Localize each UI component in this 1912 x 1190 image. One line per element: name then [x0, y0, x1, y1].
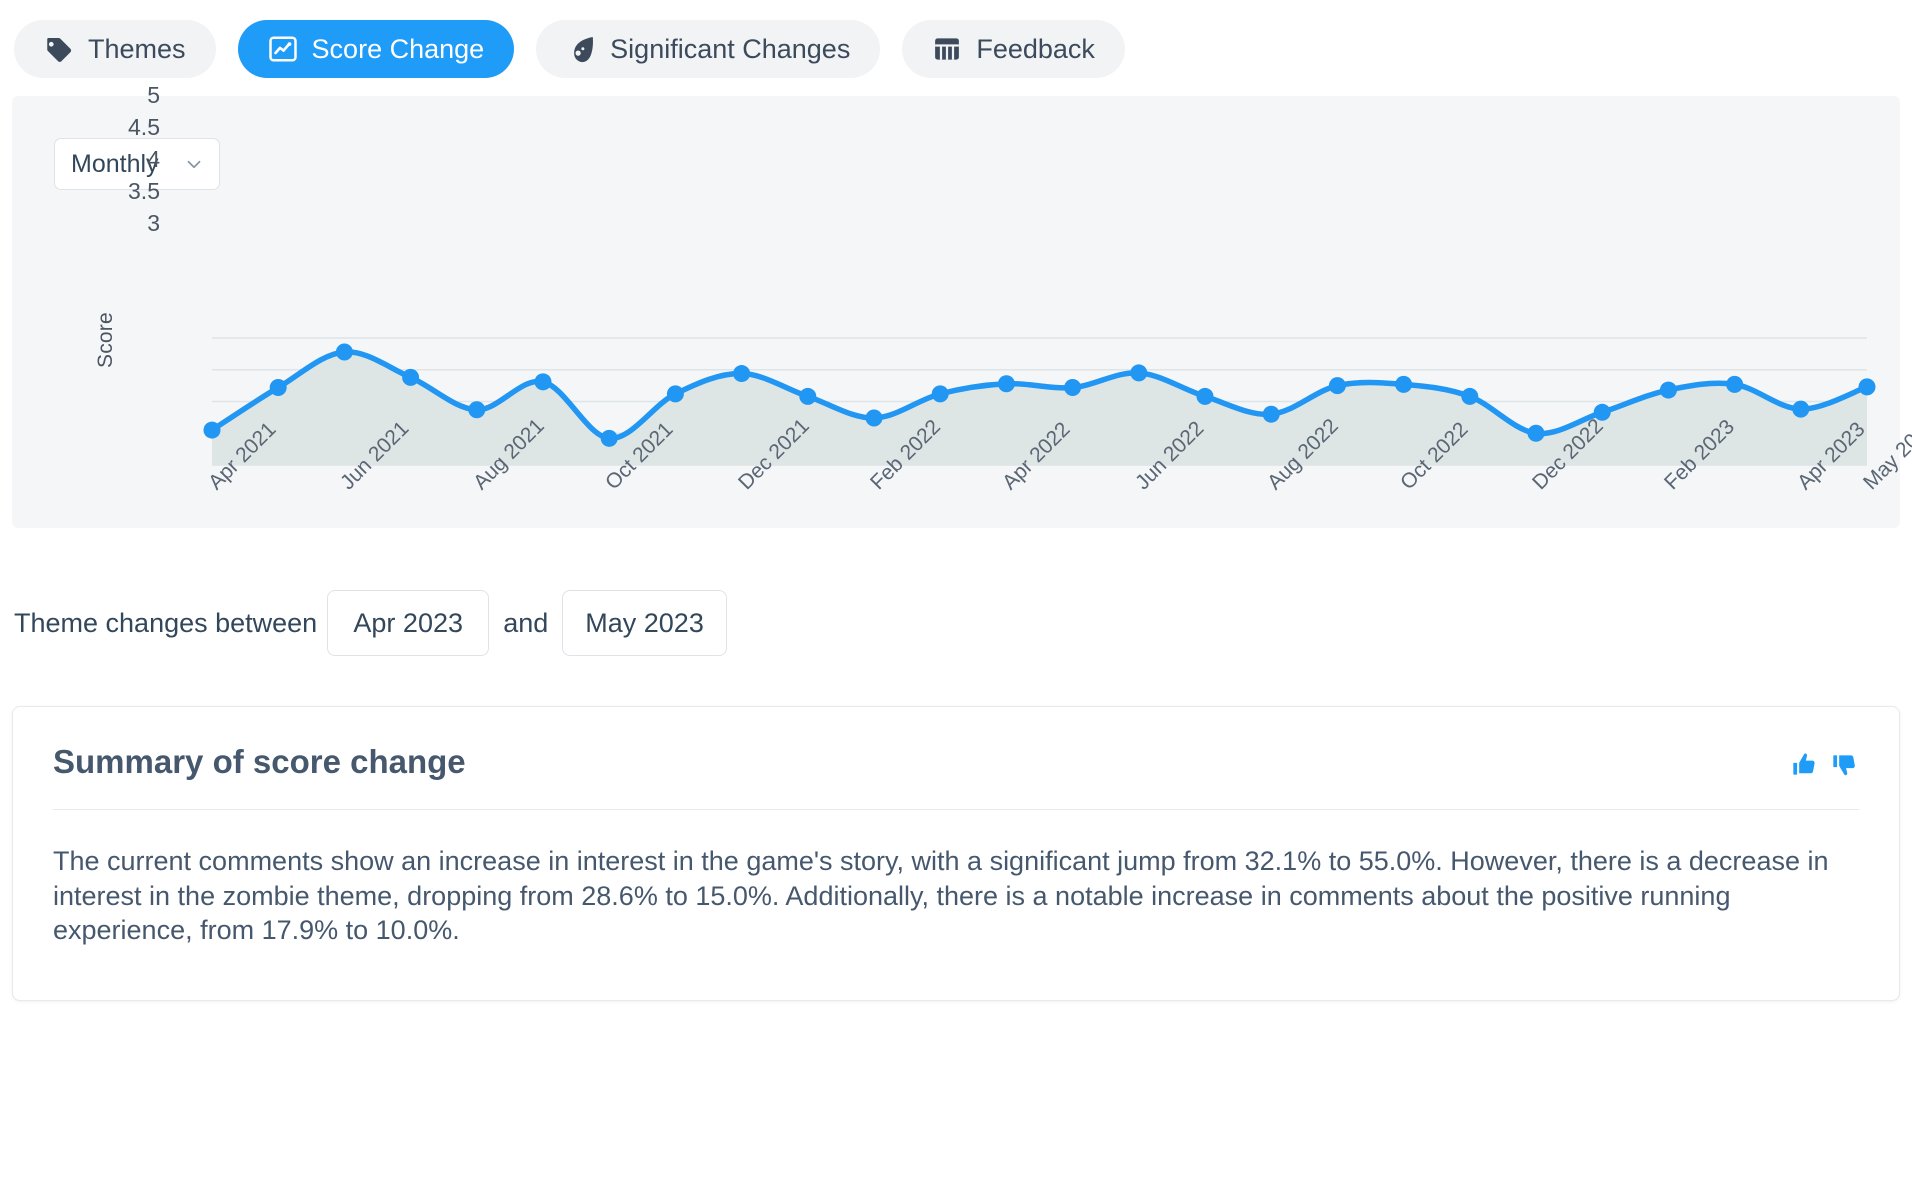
chart-point[interactable] — [1461, 387, 1479, 405]
chart-point[interactable] — [666, 385, 684, 403]
chart-point[interactable] — [335, 343, 353, 361]
chart-xtick: Dec 2021 — [733, 414, 814, 495]
chart-xtick: Feb 2023 — [1660, 415, 1740, 495]
chart-xtick: Apr 2022 — [998, 417, 1075, 495]
chart-point[interactable] — [1196, 387, 1214, 405]
tab-significant-changes[interactable]: Significant Changes — [536, 20, 881, 78]
chart-xtick: Dec 2022 — [1528, 414, 1608, 495]
from-date-value: Apr 2023 — [353, 607, 463, 638]
chart-point[interactable] — [203, 421, 221, 439]
from-date-chip[interactable]: Apr 2023 — [327, 590, 490, 656]
chart-xtick: Apr 2023 — [1792, 417, 1870, 495]
chart-xtick: May 2023 — [1859, 412, 1912, 495]
thumbs-up-icon[interactable] — [1791, 751, 1819, 779]
summary-card: Summary of score change The current comm… — [12, 706, 1900, 1001]
chart-point[interactable] — [600, 429, 618, 447]
tab-significant-changes-label: Significant Changes — [610, 33, 851, 64]
chart-point[interactable] — [931, 385, 949, 403]
thumbs-down-icon[interactable] — [1831, 751, 1859, 779]
to-date-chip[interactable]: May 2023 — [562, 590, 727, 656]
chart-point[interactable] — [799, 387, 817, 405]
chart-xtick: Apr 2021 — [204, 417, 281, 495]
tab-themes-label: Themes — [88, 33, 186, 64]
chart-xtick: Aug 2021 — [468, 414, 549, 495]
chart-ytick-5: 5 — [147, 82, 160, 108]
tab-score-change[interactable]: Score Change — [237, 20, 515, 78]
chart-y-axis-label: Score — [94, 312, 117, 368]
theme-changes-conjunction: and — [503, 607, 549, 638]
chart-plot-area — [12, 96, 1900, 528]
chart-point[interactable] — [1395, 375, 1413, 393]
score-change-page: Themes Score Change Significant Changes — [0, 0, 1912, 1190]
chart-point[interactable] — [1262, 405, 1280, 423]
tab-feedback-label: Feedback — [976, 33, 1095, 64]
chart-point[interactable] — [1130, 364, 1148, 382]
chart-point[interactable] — [865, 409, 883, 427]
chart-ytick-4: 4 — [147, 146, 160, 172]
chart-point[interactable] — [1726, 375, 1744, 393]
summary-vote-controls — [1791, 743, 1859, 779]
chart-xtick: Aug 2022 — [1263, 414, 1344, 495]
chart-ytick-3-5: 3.5 — [128, 178, 160, 204]
chart-point[interactable] — [1858, 378, 1876, 396]
chart-xtick: Feb 2022 — [866, 415, 946, 495]
line-chart-icon — [268, 34, 298, 64]
chart-point[interactable] — [1328, 377, 1346, 395]
tab-score-change-label: Score Change — [311, 33, 485, 64]
summary-body: The current comments show an increase in… — [53, 846, 1829, 946]
chart-point[interactable] — [1527, 424, 1545, 442]
chart-ytick-3: 3 — [147, 210, 160, 236]
summary-header: Summary of score change — [53, 743, 1859, 781]
chart-ytick-4-5: 4.5 — [128, 114, 160, 140]
chart-svg — [203, 337, 1876, 466]
to-date-value: May 2023 — [585, 607, 704, 638]
chart-point[interactable] — [534, 373, 552, 391]
chart-xtick: Oct 2021 — [601, 417, 678, 495]
chart-xtick: Jun 2022 — [1130, 416, 1209, 495]
chart-xtick: Oct 2022 — [1395, 417, 1473, 495]
chart-point[interactable] — [1659, 381, 1677, 399]
chart-point[interactable] — [468, 401, 486, 419]
table-icon — [932, 34, 962, 64]
chevron-down-icon — [183, 153, 205, 175]
tab-themes[interactable]: Themes — [14, 20, 216, 78]
chart-point[interactable] — [1064, 379, 1082, 397]
chart-point[interactable] — [733, 365, 751, 383]
chart-point[interactable] — [1792, 400, 1810, 418]
theme-changes-row: Theme changes between Apr 2023 and May 2… — [0, 528, 1912, 656]
chart-xtick: Jun 2021 — [336, 416, 414, 495]
chart-point[interactable] — [402, 368, 420, 386]
chart-point[interactable] — [269, 379, 287, 397]
theme-changes-label: Theme changes between — [14, 607, 318, 638]
summary-divider — [53, 809, 1859, 810]
comet-icon — [566, 34, 596, 64]
chart-line — [209, 349, 1870, 442]
score-chart-panel: Monthly Score 5 4.5 4 3.5 3 Apr 2021Jun — [12, 82, 1912, 528]
view-tabs: Themes Score Change Significant Changes — [0, 0, 1912, 96]
chart-point[interactable] — [997, 375, 1015, 393]
tab-feedback[interactable]: Feedback — [902, 20, 1125, 78]
summary-title: Summary of score change — [53, 743, 466, 780]
tag-icon — [44, 34, 74, 64]
chart-markers — [203, 343, 1876, 447]
